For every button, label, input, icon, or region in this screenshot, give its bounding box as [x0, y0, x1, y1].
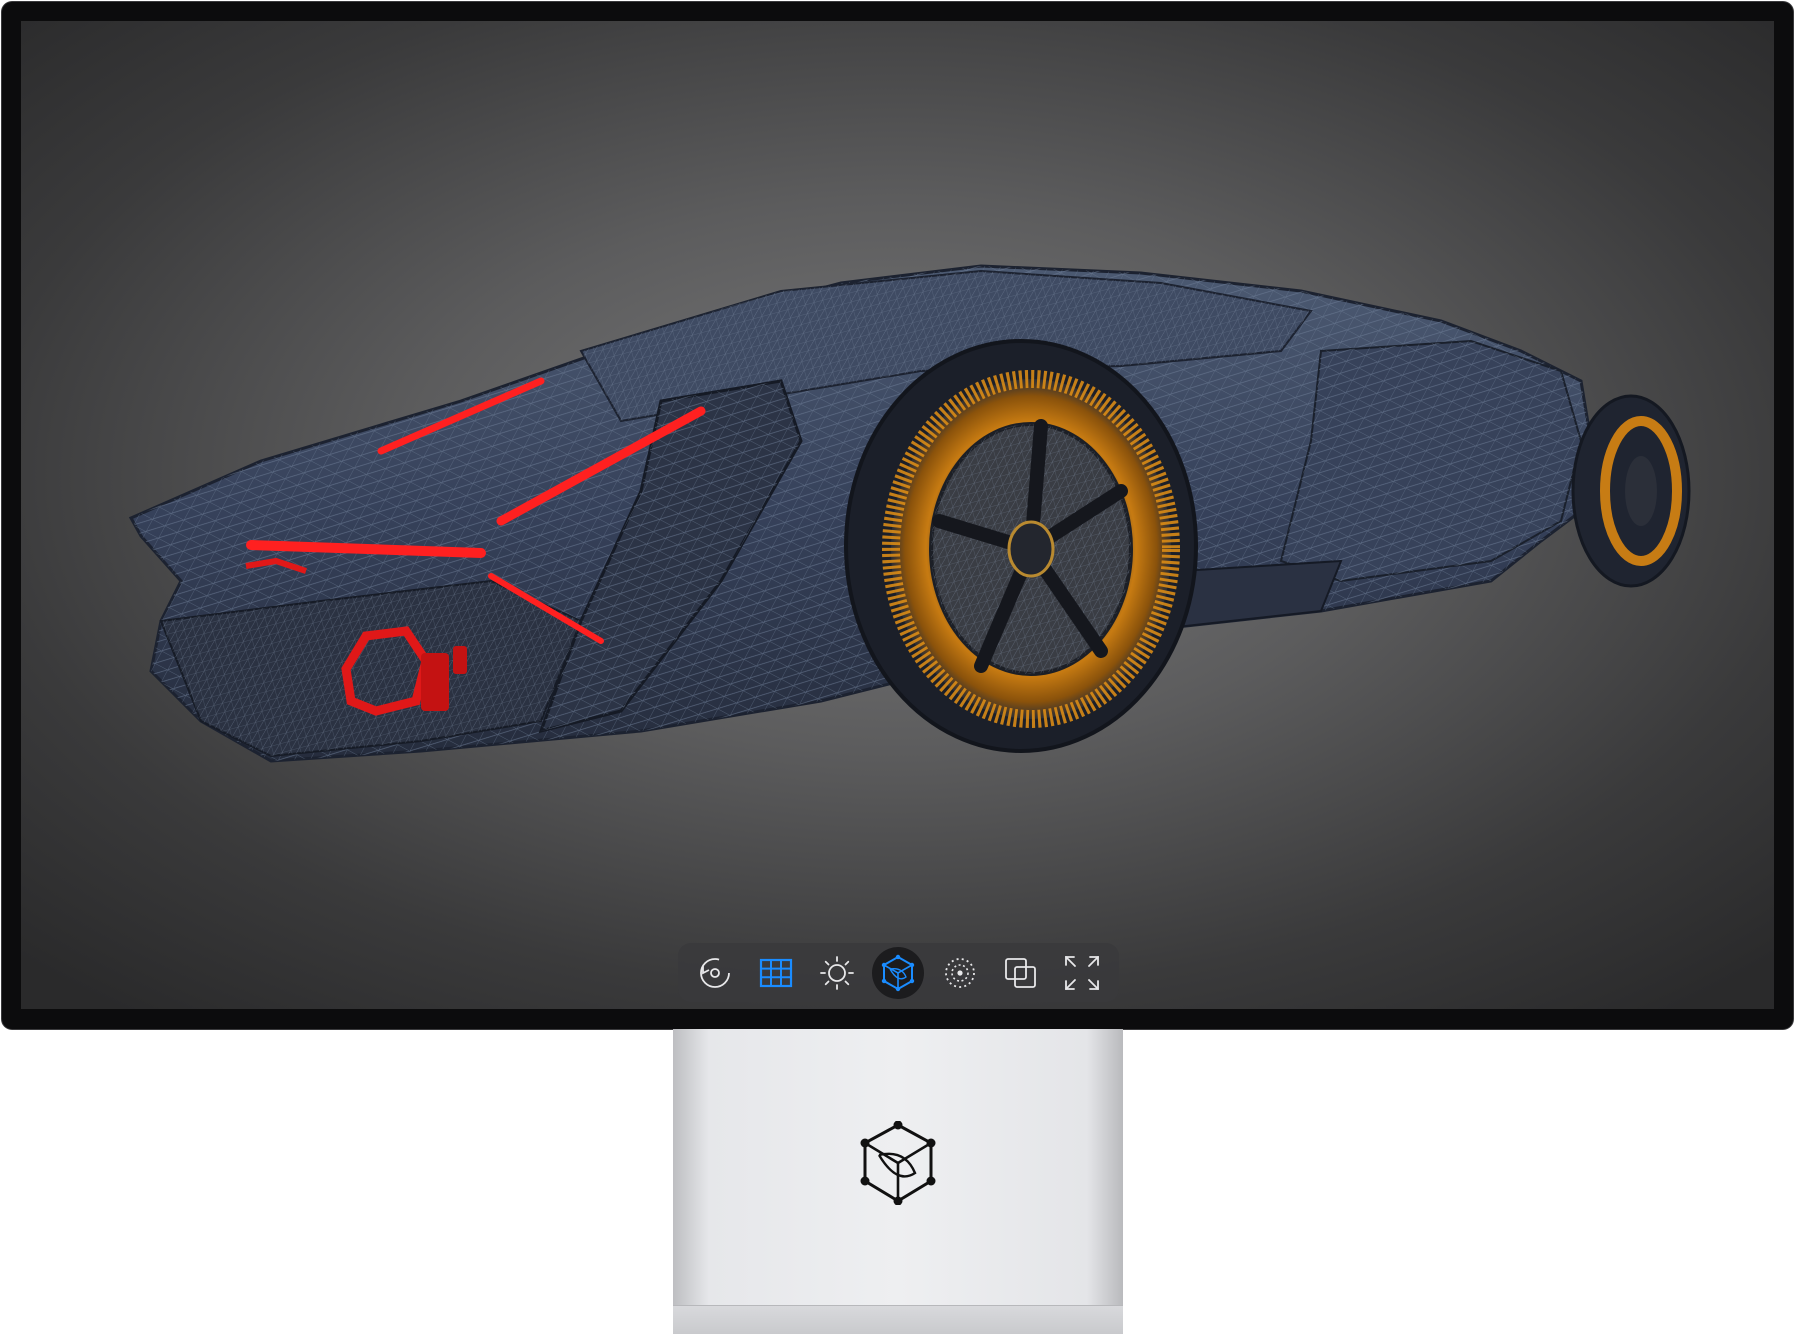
- dotted-circle-icon: [944, 957, 975, 988]
- sun-icon: [820, 955, 855, 990]
- grid-button[interactable]: [750, 947, 802, 999]
- viewer-toolbar: [678, 943, 1119, 1002]
- stand-foot: [673, 1305, 1123, 1334]
- cube-network-icon: [882, 954, 915, 991]
- lighting-button[interactable]: [811, 947, 863, 999]
- wireframe-button[interactable]: [872, 946, 925, 999]
- rotate-button[interactable]: [689, 947, 741, 999]
- monitor-stand: [673, 1029, 1123, 1334]
- car-wireframe-model: [128, 264, 1691, 763]
- front-wheel: [844, 339, 1198, 753]
- layers-button[interactable]: [995, 947, 1047, 999]
- grid-icon: [759, 958, 793, 987]
- fullscreen-button[interactable]: [1056, 947, 1108, 999]
- fullscreen-icon: [1065, 955, 1100, 990]
- layers-icon: [1005, 957, 1036, 988]
- cube-network-logo-icon: [860, 1121, 936, 1205]
- 3d-viewport[interactable]: [21, 21, 1774, 1009]
- monitor-frame: [2, 2, 1793, 1029]
- screen: [21, 21, 1774, 1009]
- environment-button[interactable]: [934, 947, 986, 999]
- rotate-icon: [699, 957, 730, 988]
